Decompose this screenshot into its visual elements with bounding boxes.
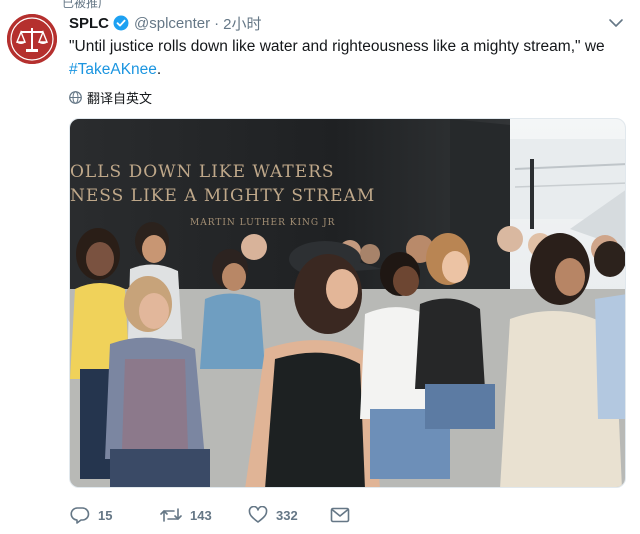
wall-attribution: MARTIN LUTHER KING JR [190, 218, 335, 228]
direct-message-button[interactable] [330, 507, 370, 523]
envelope-icon [330, 507, 350, 523]
globe-icon [69, 91, 82, 104]
like-count: 332 [276, 507, 298, 523]
tweet-text-end: . [156, 61, 162, 78]
author-handle[interactable]: @splcenter [134, 15, 210, 32]
translate-link[interactable]: 翻译自英文 [69, 88, 152, 107]
verified-badge-icon [113, 15, 129, 31]
timestamp[interactable]: 2小时 [223, 13, 261, 34]
scales-of-justice-icon [7, 14, 57, 64]
heart-icon [248, 506, 268, 523]
reply-count: 15 [98, 507, 113, 523]
promoted-strip: 已被推广 [62, 0, 111, 10]
reply-button[interactable]: 15 [70, 506, 150, 524]
retweet-icon [160, 508, 182, 522]
avatar[interactable] [7, 14, 57, 64]
separator-dot: · [214, 14, 220, 32]
tweet-header: SPLC @splcenter · 2小时 [69, 12, 620, 34]
tweet-text-body: "Until justice rolls down like water and… [69, 38, 605, 55]
kneeling-crowd-photo: OLLS DOWN LIKE WATERS NESS LIKE A MIGHTY… [70, 119, 625, 487]
hashtag-link[interactable]: #TakeAKnee [69, 61, 157, 78]
tweet-text: "Until justice rolls down like water and… [69, 35, 619, 81]
tweet-actions: 15 143 332 [70, 506, 370, 524]
wall-inscription-line2: NESS LIKE A MIGHTY STREAM [70, 186, 375, 206]
chevron-down-icon[interactable] [608, 15, 624, 33]
author-name[interactable]: SPLC [69, 15, 109, 32]
wall-inscription-line1: OLLS DOWN LIKE WATERS [70, 162, 335, 182]
translate-label: 翻译自英文 [87, 91, 153, 106]
retweet-count: 143 [190, 507, 212, 523]
like-button[interactable]: 332 [248, 506, 330, 524]
tweet-photo[interactable]: OLLS DOWN LIKE WATERS NESS LIKE A MIGHTY… [69, 118, 626, 488]
retweet-button[interactable]: 143 [160, 507, 248, 523]
reply-icon [70, 507, 90, 524]
